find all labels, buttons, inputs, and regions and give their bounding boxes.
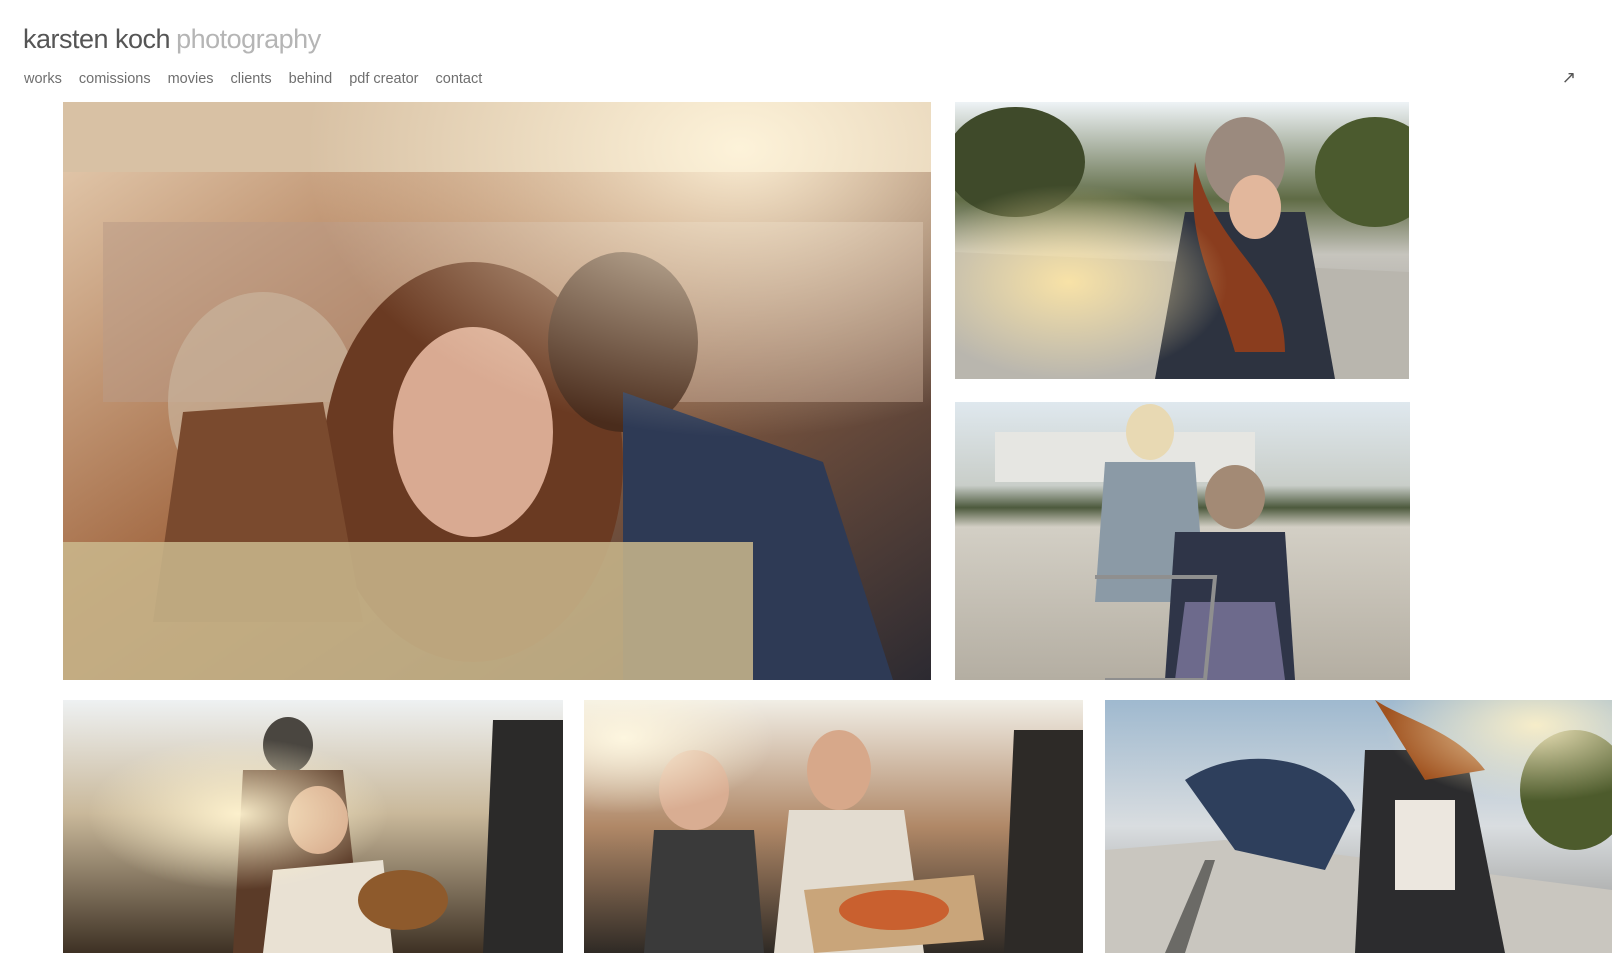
site-name: karsten koch <box>23 24 171 54</box>
photo-car-portrait[interactable] <box>63 102 931 680</box>
nav-item-comissions[interactable]: comissions <box>79 70 151 88</box>
photo-bridge-jump[interactable] <box>1105 700 1612 953</box>
diagonal-arrow-icon: ↗ <box>1561 68 1576 87</box>
photo-rooftop-guitar[interactable] <box>63 700 563 953</box>
nav-item-contact[interactable]: contact <box>436 70 483 88</box>
car-portrait-image <box>63 102 931 680</box>
nav-item-behind[interactable]: behind <box>289 70 333 88</box>
nav-item-pdf-creator[interactable]: pdf creator <box>349 70 418 88</box>
bridge-couple-image <box>955 102 1409 379</box>
site-logo[interactable]: karsten koch photography <box>23 22 321 56</box>
nav-item-works[interactable]: works <box>24 70 62 88</box>
nav-item-movies[interactable]: movies <box>168 70 214 88</box>
site-subtitle: photography <box>176 24 321 54</box>
photo-bridge-couple[interactable] <box>955 102 1409 379</box>
photo-rooftop-pizza[interactable] <box>584 700 1083 953</box>
photo-shopping-cart[interactable] <box>955 402 1410 680</box>
nav-item-clients[interactable]: clients <box>231 70 272 88</box>
bridge-jump-image <box>1105 700 1612 953</box>
fullscreen-button[interactable]: ↗ <box>1562 68 1576 88</box>
rooftop-pizza-image <box>584 700 1083 953</box>
shopping-cart-image <box>955 402 1410 680</box>
rooftop-guitar-image <box>63 700 563 953</box>
main-nav: works comissions movies clients behind p… <box>24 70 482 88</box>
